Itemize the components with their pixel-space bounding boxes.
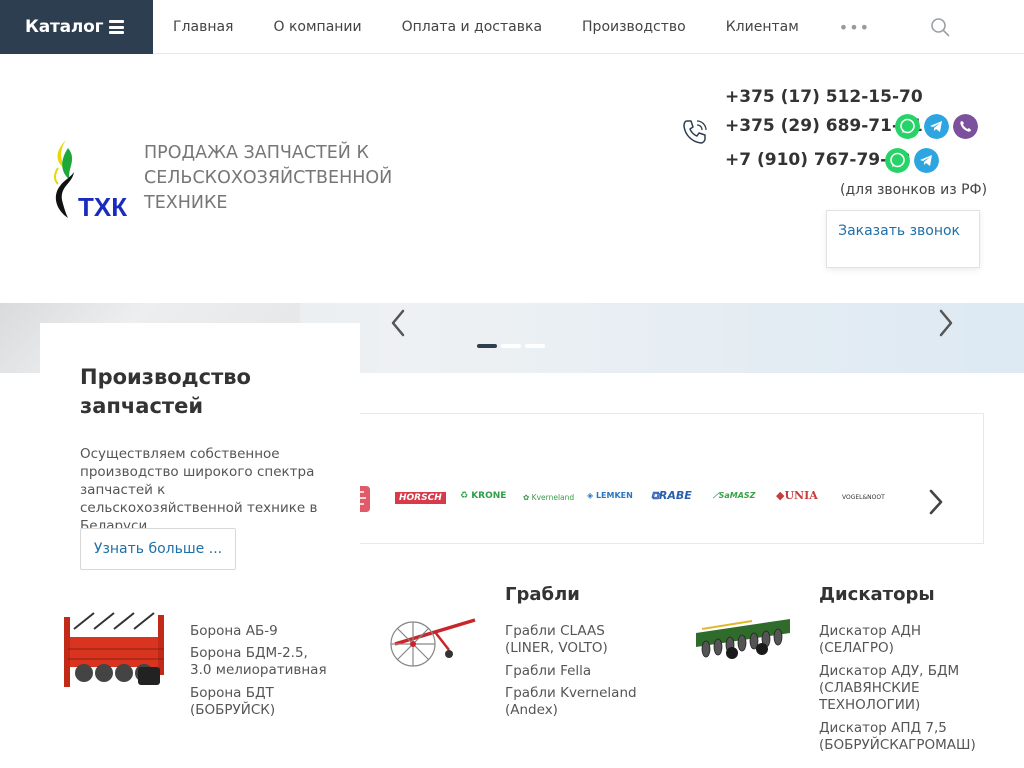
slider-dot-3[interactable] <box>525 344 545 348</box>
brand-rabe[interactable]: ⧉RABE <box>651 489 692 503</box>
logo-text: ТХК <box>78 192 127 220</box>
slider-prev-button[interactable] <box>388 308 408 338</box>
viber-icon[interactable] <box>953 114 978 139</box>
category-title-discators[interactable]: Дискаторы <box>819 584 935 605</box>
brand-krone[interactable]: ♻ KRONE <box>460 491 506 501</box>
nav-item-production[interactable]: Производство <box>582 19 686 35</box>
phone-number-3[interactable]: +7 (910) 767-79-83 <box>725 150 911 170</box>
company-logo[interactable]: ТХК <box>52 138 128 220</box>
nav-item-home[interactable]: Главная <box>173 19 233 35</box>
brand-samasz-label: SaMASZ <box>718 491 756 500</box>
phone-icon <box>683 120 707 144</box>
menu-icon <box>109 20 124 34</box>
category-link[interactable]: Дискатор АДН (СЕЛАГРО) <box>819 623 959 657</box>
slider-next-button[interactable] <box>936 308 956 338</box>
nav-item-payment-delivery[interactable]: Оплата и доставка <box>402 19 542 35</box>
phone-number-2[interactable]: +375 (29) 689-71-31 <box>725 116 923 136</box>
category-link[interactable]: Грабли Fella <box>505 663 591 680</box>
brands-carousel <box>340 413 984 544</box>
main-nav: Главная О компании Оплата и доставка Про… <box>173 0 870 54</box>
learn-more-button[interactable]: Узнать больше ... <box>80 528 236 570</box>
category-link[interactable]: Борона БДМ-2.5, 3.0 мелиоративная <box>190 645 330 679</box>
company-tagline: ПРОДАЖА ЗАПЧАСТЕЙ К СЕЛЬСКОХОЗЯЙСТВЕННОЙ… <box>144 143 393 213</box>
brand-rabe-label: RABE <box>658 489 692 502</box>
phone-note: (для звонков из РФ) <box>840 182 988 198</box>
production-description: Осуществляем собственное производство ши… <box>80 446 318 534</box>
category-link[interactable]: Дискатор АДУ, БДМ (СЛАВЯНСКИЕ ТЕХНОЛОГИИ… <box>819 663 969 714</box>
harrow-image[interactable] <box>64 609 166 689</box>
nav-more-button[interactable]: ••• <box>839 18 870 37</box>
disc-harrow-image[interactable] <box>692 611 794 661</box>
brand-krone-label: KRONE <box>471 491 507 501</box>
category-title-rakes[interactable]: Грабли <box>505 584 580 605</box>
catalog-label: Каталог <box>25 17 104 37</box>
whatsapp-icon[interactable] <box>895 114 920 139</box>
slider-dot-1[interactable] <box>477 344 497 348</box>
top-navbar: Каталог Главная О компании Оплата и дост… <box>0 0 1024 54</box>
brand-unia-label: UNIA <box>784 489 818 502</box>
brand-lemken-label: LEMKEN <box>595 491 633 500</box>
category-link[interactable]: Грабли CLAAS (LINER, VOLTO) <box>505 623 655 657</box>
brand-horsch[interactable]: HORSCH <box>395 492 446 504</box>
brand-lemken[interactable]: ◈ LEMKEN <box>587 491 633 500</box>
brand-samasz[interactable]: ⟋SaMASZ <box>713 491 755 501</box>
nav-item-about[interactable]: О компании <box>273 19 361 35</box>
slider-dot-2[interactable] <box>501 344 521 348</box>
phone-number-1[interactable]: +375 (17) 512-15-70 <box>725 87 923 107</box>
order-callback-button[interactable]: Заказать звонок <box>826 210 980 268</box>
nav-item-clients[interactable]: Клиентам <box>726 19 799 35</box>
brand-vogel-noot[interactable]: VOGEL&NOOT <box>842 494 885 501</box>
telegram-icon[interactable] <box>924 114 949 139</box>
telegram-icon-ru[interactable] <box>914 148 939 173</box>
whatsapp-icon-ru[interactable] <box>885 148 910 173</box>
brand-unia[interactable]: ◆UNIA <box>776 489 818 502</box>
slider-dots <box>477 344 549 348</box>
brand-kverneland[interactable]: ✿ Kverneland <box>523 493 574 502</box>
category-link[interactable]: Дискатор АПД 7,5 (БОБРУЙСКАГРОМАШ) <box>819 720 979 754</box>
search-icon[interactable] <box>930 17 950 37</box>
catalog-button[interactable]: Каталог <box>0 0 153 54</box>
category-link[interactable]: Грабли Kverneland (Andex) <box>505 685 645 719</box>
category-link[interactable]: Борона БДТ (БОБРУЙСК) <box>190 685 320 719</box>
rake-image[interactable] <box>385 610 481 672</box>
page: Каталог Главная О компании Оплата и дост… <box>0 0 1024 768</box>
production-title: Производство запчастей <box>80 365 251 418</box>
brand-kverneland-label: Kverneland <box>531 493 575 502</box>
brands-next-button[interactable] <box>928 488 944 516</box>
category-link[interactable]: Борона АБ-9 <box>190 623 278 640</box>
